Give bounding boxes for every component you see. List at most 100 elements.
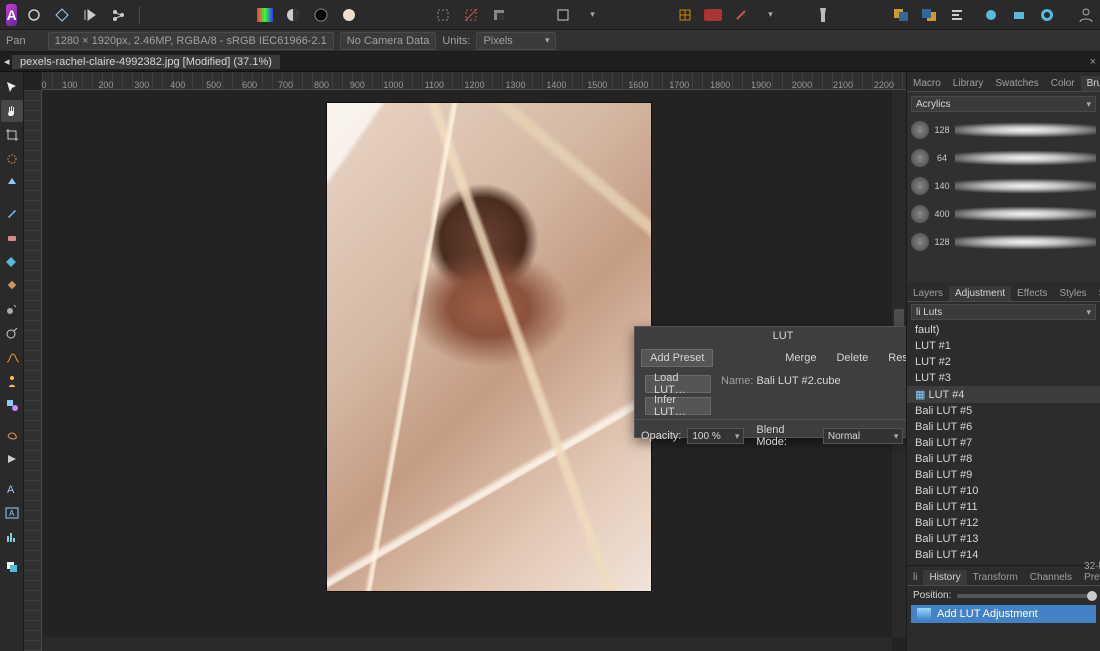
flashlight-icon[interactable] [816, 3, 830, 27]
preview-icon[interactable] [1034, 3, 1060, 27]
account-icon[interactable] [1078, 3, 1094, 27]
brush-category-select[interactable]: Acrylics [911, 96, 1096, 112]
lut-category-select[interactable]: li Luts [911, 304, 1096, 320]
load-lut-button[interactable]: Load LUT… [645, 375, 711, 393]
close-tab-icon[interactable]: × [1090, 56, 1096, 68]
toggle-ui-icon[interactable] [21, 3, 47, 27]
lut-item[interactable]: Bali LUT #13 [907, 531, 1100, 547]
add-preset-button[interactable]: Add Preset [641, 349, 713, 367]
tab-prev-icon[interactable]: ◂ [4, 55, 8, 68]
play-tool-icon[interactable] [1, 448, 23, 470]
panel-tab-macro[interactable]: Macro [907, 76, 947, 91]
crop-tool-icon[interactable] [1, 124, 23, 146]
hue-wheel-icon[interactable] [308, 3, 334, 27]
scrollbar-horizontal[interactable] [42, 637, 892, 651]
invert-sel-icon[interactable] [486, 3, 512, 27]
blendmode-select[interactable]: Normal [823, 428, 904, 444]
panel-tab-brushes[interactable]: Brushes [1081, 76, 1100, 91]
lut-item[interactable]: Bali LUT #7 [907, 435, 1100, 451]
panel-tab-li[interactable]: li [907, 570, 923, 585]
paint-brush-icon[interactable] [1, 202, 23, 224]
lut-item[interactable]: Bali LUT #5 [907, 403, 1100, 419]
heal-tool-icon[interactable] [1, 274, 23, 296]
arrange-front-icon[interactable] [916, 3, 942, 27]
brush-preset[interactable]: 128 [911, 228, 1096, 256]
opacity-field[interactable]: 100 % [687, 428, 744, 444]
delete-button[interactable]: Delete [828, 349, 876, 367]
fill-tool-icon[interactable] [1, 250, 23, 272]
overlay-tool-icon[interactable] [1, 346, 23, 368]
document-tab[interactable]: pexels-rachel-claire-4992382.jpg [Modifi… [12, 55, 280, 69]
crop-square-icon[interactable] [550, 3, 576, 27]
brush-preset[interactable]: 140 [911, 172, 1096, 200]
panel-tab-library[interactable]: Library [947, 76, 990, 91]
document-image[interactable] [326, 102, 652, 592]
lut-item[interactable]: LUT #3 [907, 370, 1100, 386]
wand-drop-icon[interactable] [756, 3, 782, 27]
brush-preset[interactable]: 64 [911, 144, 1096, 172]
wand-icon[interactable] [728, 3, 754, 27]
brush-preset[interactable]: 400 [911, 200, 1096, 228]
hand-tool-icon[interactable] [1, 100, 23, 122]
move-tool-icon[interactable] [1, 76, 23, 98]
lut-item[interactable]: Bali LUT #11 [907, 499, 1100, 515]
soft-proof-icon[interactable] [336, 3, 362, 27]
marquee-icon[interactable] [430, 3, 456, 27]
persona-icon[interactable] [49, 3, 75, 27]
crop-drop-icon[interactable] [578, 3, 604, 27]
share-icon[interactable] [105, 3, 131, 27]
liquify-tool-icon[interactable] [1, 424, 23, 446]
panel-tab-history[interactable]: History [923, 570, 966, 585]
panel-tab-transform[interactable]: Transform [967, 570, 1024, 585]
shapes-tool-icon[interactable] [1, 394, 23, 416]
snapshot-icon[interactable] [1006, 3, 1032, 27]
frame-text-icon[interactable]: A [1, 502, 23, 524]
eraser-tool-icon[interactable] [1, 226, 23, 248]
lut-item[interactable]: fault) [907, 322, 1100, 338]
brush-preset[interactable]: 128 [911, 116, 1096, 144]
panel-tab-32-bit-preview[interactable]: 32-bit Preview [1078, 559, 1100, 585]
flood-select-icon[interactable] [1, 172, 23, 194]
canvas[interactable]: 0100200300400500600700800900100011001200… [24, 72, 906, 651]
contrast-icon[interactable] [280, 3, 306, 27]
panel-tab-stock[interactable]: Stock [1093, 286, 1100, 301]
position-slider[interactable] [957, 594, 1094, 598]
history-item[interactable]: Add LUT Adjustment [911, 605, 1096, 623]
lut-item[interactable]: Bali LUT #8 [907, 451, 1100, 467]
reset-button[interactable]: Reset [880, 349, 906, 367]
grid-icon[interactable] [672, 3, 698, 27]
panel-tab-effects[interactable]: Effects [1011, 286, 1053, 301]
panel-tab-channels[interactable]: Channels [1024, 570, 1078, 585]
quickmask-icon[interactable] [978, 3, 1004, 27]
histogram-tool-icon[interactable] [1, 526, 23, 548]
lut-item[interactable]: Bali LUT #12 [907, 515, 1100, 531]
panel-tab-adjustment[interactable]: Adjustment [949, 286, 1011, 301]
lut-item[interactable]: ▦ LUT #4 [907, 386, 1100, 403]
lut-item[interactable]: Bali LUT #14 [907, 547, 1100, 563]
arrange-back-icon[interactable] [888, 3, 914, 27]
color-swatches-icon[interactable] [1, 556, 23, 578]
panel-tab-layers[interactable]: Layers [907, 286, 949, 301]
infer-lut-button[interactable]: Infer LUT… [645, 397, 711, 415]
text-tool-icon[interactable]: A [1, 478, 23, 500]
lut-item[interactable]: Bali LUT #9 [907, 467, 1100, 483]
panel-tab-swatches[interactable]: Swatches [989, 76, 1044, 91]
lut-adjustment-icon [917, 608, 931, 620]
lut-item[interactable]: LUT #2 [907, 354, 1100, 370]
swatch1-icon[interactable] [252, 3, 278, 27]
panel-tab-styles[interactable]: Styles [1053, 286, 1092, 301]
person-tool-icon[interactable] [1, 370, 23, 392]
deselect-icon[interactable] [458, 3, 484, 27]
panel-tab-color[interactable]: Color [1045, 76, 1081, 91]
align-icon[interactable] [944, 3, 970, 27]
assistant-icon[interactable] [700, 3, 726, 27]
units-select[interactable]: Pixels [476, 32, 556, 50]
lut-item[interactable]: Bali LUT #10 [907, 483, 1100, 499]
skip-icon[interactable] [77, 3, 103, 27]
lut-item[interactable]: LUT #1 [907, 338, 1100, 354]
merge-button[interactable]: Merge [777, 349, 824, 367]
selection-brush-icon[interactable] [1, 148, 23, 170]
lut-item[interactable]: Bali LUT #6 [907, 419, 1100, 435]
clone-tool-icon[interactable] [1, 298, 23, 320]
dodge-tool-icon[interactable] [1, 322, 23, 344]
